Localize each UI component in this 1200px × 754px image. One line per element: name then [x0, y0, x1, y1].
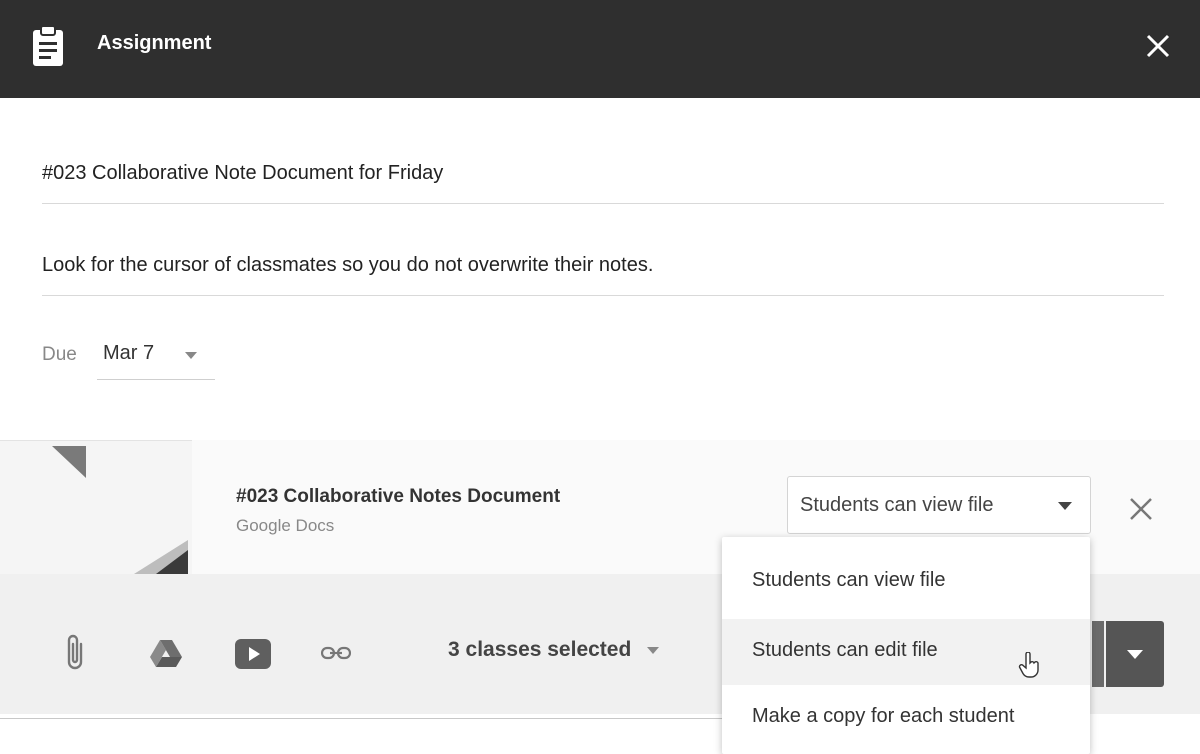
remove-attachment-icon[interactable]: [1126, 494, 1156, 524]
menu-item-view-file[interactable]: Students can view file: [722, 549, 1090, 615]
menu-item-label: Students can view file: [752, 569, 946, 591]
document-thumbnail-corner-icon: [134, 540, 188, 574]
dialog-title: Assignment: [97, 32, 212, 54]
permission-menu: Students can view file Students can edit…: [722, 537, 1090, 754]
assignment-description-field[interactable]: Look for the cursor of classmates so you…: [42, 254, 1164, 296]
chevron-down-icon: [185, 352, 197, 359]
assignment-title-field[interactable]: #023 Collaborative Note Document for Fri…: [42, 162, 1164, 204]
permission-select-value: Students can view file: [800, 494, 994, 516]
chevron-down-icon: [1058, 502, 1072, 510]
drive-icon[interactable]: [150, 640, 182, 668]
divider: [0, 718, 722, 719]
chevron-down-icon: [1127, 650, 1143, 659]
document-thumbnail-icon: [52, 446, 86, 478]
classes-selector[interactable]: 3 classes selected: [448, 638, 660, 662]
link-icon[interactable]: [321, 645, 351, 661]
due-date-value: Mar 7: [103, 342, 155, 364]
assign-options-button[interactable]: [1106, 621, 1164, 687]
dialog-header: Assignment: [0, 0, 1200, 98]
menu-item-label: Make a copy for each student: [752, 705, 1015, 727]
attachment-type: Google Docs: [236, 516, 335, 535]
due-date-select[interactable]: Mar 7: [97, 334, 215, 380]
menu-item-label: Students can edit file: [752, 639, 938, 661]
permission-select[interactable]: Students can view file: [787, 476, 1091, 534]
assign-button[interactable]: [1092, 621, 1104, 687]
attachment-name[interactable]: #023 Collaborative Notes Document: [236, 486, 560, 508]
menu-item-make-copy[interactable]: Make a copy for each student: [722, 685, 1090, 751]
due-label: Due: [42, 344, 77, 365]
classes-selector-label: 3 classes selected: [448, 638, 632, 661]
paperclip-icon[interactable]: [64, 632, 86, 672]
chevron-down-icon: [647, 646, 660, 654]
close-icon[interactable]: [1142, 30, 1174, 62]
clipboard-icon: [33, 25, 63, 66]
hand-cursor-icon: [1018, 652, 1039, 678]
youtube-icon[interactable]: [235, 639, 271, 669]
